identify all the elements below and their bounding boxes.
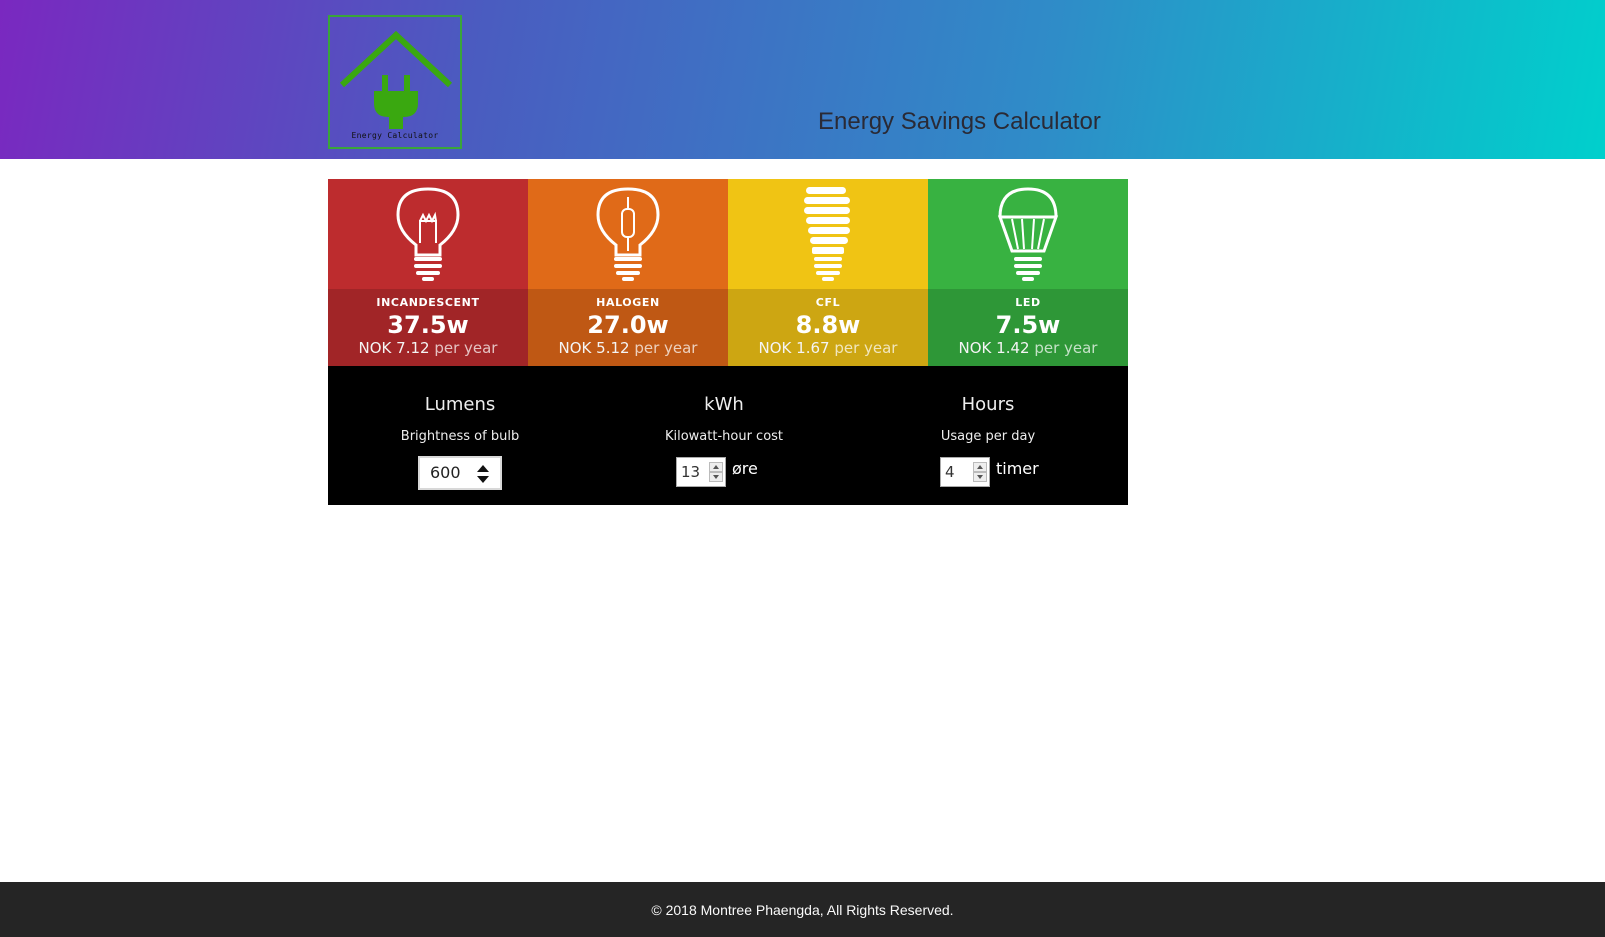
bulb-cost: NOK 1.42 per year — [958, 339, 1098, 357]
hours-input[interactable]: 4 — [940, 457, 990, 487]
sort-arrows-icon — [477, 465, 489, 483]
copyright-text: © 2018 Montree Phaengda, All Rights Rese… — [651, 902, 954, 918]
bulb-card-cfl: CFL 8.8w NOK 1.67 per year — [728, 179, 928, 366]
bulb-name: LED — [1015, 296, 1041, 309]
lumens-label: Lumens — [424, 394, 496, 415]
bulb-watts: 7.5w — [995, 311, 1061, 339]
lumens-value: 600 — [430, 463, 461, 482]
lumens-control: Lumens Brightness of bulb 600 — [328, 366, 592, 505]
kwh-cost-input[interactable]: 13 — [676, 457, 726, 487]
bulb-cost: NOK 1.67 per year — [758, 339, 898, 357]
page-title: Energy Savings Calculator — [818, 108, 1101, 135]
hours-unit: timer — [996, 459, 1039, 478]
bulb-comparison: INCANDESCENT 37.5w NOK 7.12 per year HAL… — [328, 179, 1128, 366]
hours-label: Hours — [961, 394, 1015, 415]
cfl-bulb-icon — [804, 187, 850, 281]
bulb-name: CFL — [815, 296, 841, 309]
bulb-card-halogen: HALOGEN 27.0w NOK 5.12 per year — [528, 179, 728, 366]
bulb-card-led: LED 7.5w NOK 1.42 per year — [928, 179, 1128, 366]
header: Energy Calculator Energy Savings Calcula… — [0, 0, 1605, 159]
logo-text: Energy Calculator — [351, 131, 439, 140]
bulb-watts: 37.5w — [387, 311, 469, 339]
incandescent-bulb-icon — [396, 187, 460, 281]
spinner-arrows-icon[interactable] — [709, 462, 723, 482]
spinner-arrows-icon[interactable] — [973, 462, 987, 482]
bulb-cost: NOK 5.12 per year — [558, 339, 698, 357]
halogen-bulb-icon — [596, 187, 660, 281]
controls-panel: Lumens Brightness of bulb 600 kWh Kilowa… — [328, 366, 1128, 505]
logo[interactable]: Energy Calculator — [328, 15, 462, 149]
house-plug-icon — [339, 30, 453, 129]
footer: © 2018 Montree Phaengda, All Rights Rese… — [0, 882, 1605, 937]
bulb-watts: 8.8w — [795, 311, 861, 339]
kwh-desc: Kilowatt-hour cost — [664, 429, 784, 444]
led-bulb-icon — [997, 187, 1059, 281]
bulb-name: INCANDESCENT — [376, 296, 480, 309]
hours-desc: Usage per day — [940, 429, 1036, 444]
bulb-watts: 27.0w — [587, 311, 669, 339]
kwh-label: kWh — [704, 394, 744, 415]
bulb-card-incandescent: INCANDESCENT 37.5w NOK 7.12 per year — [328, 179, 528, 366]
lumens-desc: Brightness of bulb — [400, 429, 520, 444]
kwh-unit: øre — [732, 459, 758, 478]
bulb-cost: NOK 7.12 per year — [358, 339, 498, 357]
lumens-select[interactable]: 600 — [418, 456, 502, 490]
bulb-name: HALOGEN — [596, 296, 660, 309]
kwh-value: 13 — [681, 463, 701, 481]
hours-control: Hours Usage per day 4 timer — [856, 366, 1120, 505]
hours-value: 4 — [945, 463, 955, 481]
kwh-control: kWh Kilowatt-hour cost 13 øre — [592, 366, 856, 505]
